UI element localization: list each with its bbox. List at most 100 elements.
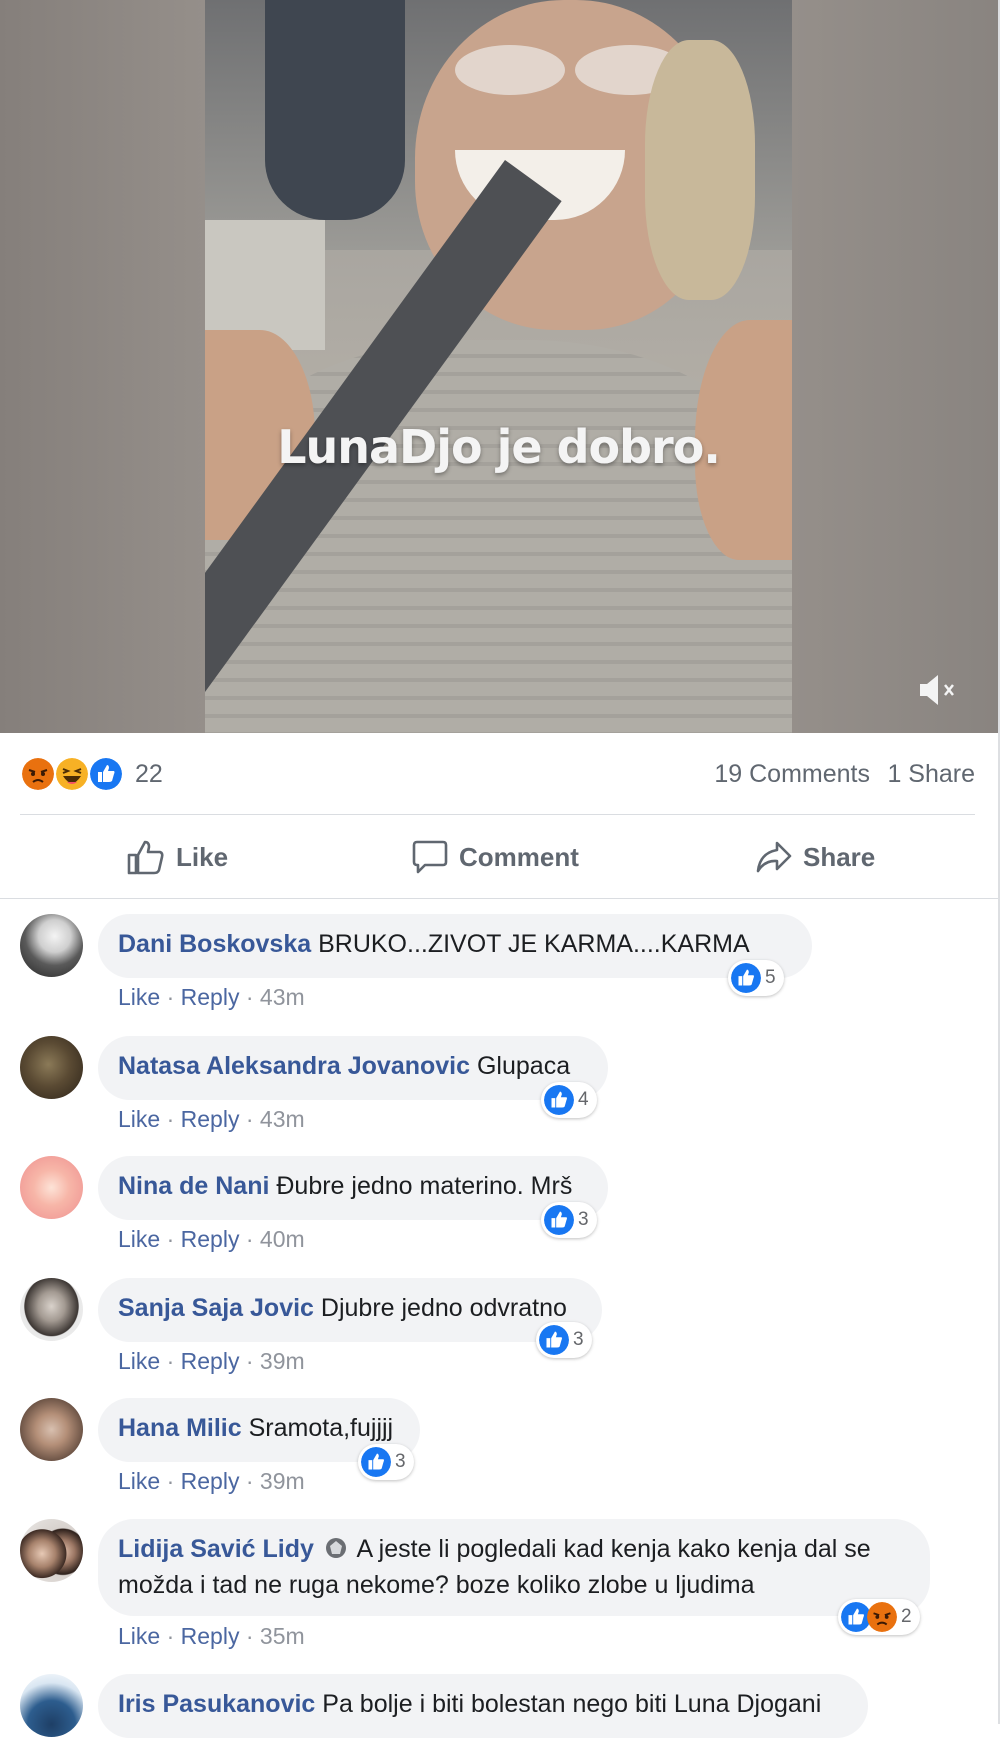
comment-meta: Like · Reply · 39m (118, 1348, 305, 1375)
comment-button[interactable]: Comment (411, 832, 579, 882)
like-reaction-icon (88, 756, 124, 792)
meta-separator: · (239, 1468, 260, 1494)
like-reaction-icon (731, 963, 761, 993)
comment-meta: Like · Reply · 43m (118, 1106, 305, 1133)
comment-author[interactable]: Hana Milic (118, 1414, 242, 1442)
comment-reply-link[interactable]: Reply (181, 984, 240, 1010)
comment-item: Iris Pasukanovic Pa bolje i biti bolesta… (20, 1674, 980, 1738)
comment-item: Nina de Nani Đubre jedno materino. Mrš 3… (20, 1156, 980, 1256)
comment-reaction-count: 3 (395, 1451, 406, 1472)
like-reaction-icon (361, 1447, 391, 1477)
angry-reaction-icon (867, 1602, 897, 1632)
share-button[interactable]: Share (755, 832, 875, 882)
meta-separator: · (160, 1348, 181, 1374)
comment-like-link[interactable]: Like (118, 1348, 160, 1374)
comment-bubble: Nina de Nani Đubre jedno materino. Mrš (98, 1156, 608, 1220)
comment-reply-link[interactable]: Reply (181, 1348, 240, 1374)
comment-like-link[interactable]: Like (118, 984, 160, 1010)
comment-time[interactable]: 39m (260, 1468, 305, 1494)
comment-reply-link[interactable]: Reply (181, 1468, 240, 1494)
comment-time[interactable]: 43m (260, 1106, 305, 1132)
meta-separator: · (239, 1348, 260, 1374)
video-letterbox-left (0, 0, 205, 733)
shares-count-link[interactable]: 1 Share (887, 760, 975, 789)
comment-reaction-count: 3 (573, 1329, 584, 1350)
avatar[interactable] (20, 914, 83, 977)
comment-author[interactable]: Nina de Nani (118, 1172, 269, 1200)
haha-reaction-icon (54, 756, 90, 792)
meta-separator: · (239, 1623, 260, 1649)
top-fan-badge-icon (324, 1536, 348, 1569)
comment-time[interactable]: 39m (260, 1348, 305, 1374)
comment-time[interactable]: 40m (260, 1226, 305, 1252)
comment-reply-link[interactable]: Reply (181, 1623, 240, 1649)
comment-reactions[interactable]: 3 (541, 1202, 597, 1238)
comment-reply-link[interactable]: Reply (181, 1106, 240, 1132)
avatar[interactable] (20, 1674, 83, 1737)
comment-reactions[interactable]: 4 (541, 1082, 597, 1118)
comment-text: BRUKO...ZIVOT JE KARMA....KARMA (318, 930, 750, 958)
comment-bubble: Natasa Aleksandra Jovanovic Glupaca (98, 1036, 608, 1100)
like-reaction-icon (544, 1205, 574, 1235)
comment-item: Dani Boskovska BRUKO...ZIVOT JE KARMA...… (20, 914, 980, 1014)
comment-item: Sanja Saja Jovic Djubre jedno odvratno 3… (20, 1278, 980, 1378)
video-frame (205, 0, 792, 733)
comment-author[interactable]: Sanja Saja Jovic (118, 1294, 314, 1322)
comment-like-link[interactable]: Like (118, 1468, 160, 1494)
comment-text: Pa bolje i biti bolestan nego biti Luna … (322, 1690, 822, 1718)
meta-separator: · (239, 984, 260, 1010)
comment-time[interactable]: 35m (260, 1623, 305, 1649)
comment-like-link[interactable]: Like (118, 1226, 160, 1252)
comment-author[interactable]: Lidija Savić Lidy (118, 1535, 314, 1563)
comment-text: A jeste li pogledali kad kenja kako kenj… (356, 1535, 871, 1563)
comment-reaction-count: 3 (578, 1209, 589, 1230)
reaction-summary[interactable]: 22 19 Comments 1 Share (20, 756, 975, 792)
comment-bubble: Dani Boskovska BRUKO...ZIVOT JE KARMA...… (98, 914, 812, 978)
meta-separator: · (160, 1106, 181, 1132)
avatar[interactable] (20, 1036, 83, 1099)
comment-like-link[interactable]: Like (118, 1623, 160, 1649)
speaker-muted-icon[interactable] (916, 670, 962, 710)
meta-separator: · (160, 1468, 181, 1494)
avatar[interactable] (20, 1278, 83, 1341)
avatar[interactable] (20, 1398, 83, 1461)
comment-bubble: Iris Pasukanovic Pa bolje i biti bolesta… (98, 1674, 868, 1738)
comment-meta: Like · Reply · 35m (118, 1623, 305, 1650)
comment-reaction-count: 5 (765, 967, 776, 988)
comment-author[interactable]: Dani Boskovska (118, 930, 311, 958)
comment-reactions[interactable]: 3 (358, 1444, 414, 1480)
comment-time[interactable]: 43m (260, 984, 305, 1010)
comment-meta: Like · Reply · 40m (118, 1226, 305, 1253)
comment-like-link[interactable]: Like (118, 1106, 160, 1132)
comment-item: Lidija Savić Lidy A jeste li pogledali k… (20, 1519, 980, 1649)
divider (20, 814, 975, 815)
like-button[interactable]: Like (126, 832, 228, 882)
video-caption: LunaDjo je dobro. (277, 420, 721, 474)
meta-separator: · (160, 1623, 181, 1649)
comment-reply-link[interactable]: Reply (181, 1226, 240, 1252)
comments-count-link[interactable]: 19 Comments (714, 760, 870, 789)
comment-text-continued: možda i tad ne ruga nekome? boze koliko … (118, 1571, 755, 1599)
video-player[interactable]: LunaDjo je dobro. (0, 0, 998, 733)
speech-bubble-icon (411, 839, 449, 875)
comment-bubble: Lidija Savić Lidy A jeste li pogledali k… (98, 1519, 930, 1616)
meta-separator: · (239, 1106, 260, 1132)
comment-meta: Like · Reply · 39m (118, 1468, 305, 1495)
comment-author[interactable]: Iris Pasukanovic (118, 1690, 315, 1718)
comment-reactions[interactable]: 3 (536, 1322, 592, 1358)
avatar[interactable] (20, 1519, 83, 1582)
comment-item: Natasa Aleksandra Jovanovic Glupaca 4 Li… (20, 1036, 980, 1136)
reaction-count[interactable]: 22 (135, 760, 163, 789)
like-reaction-icon (544, 1085, 574, 1115)
share-arrow-icon (755, 839, 793, 875)
comment-author[interactable]: Natasa Aleksandra Jovanovic (118, 1052, 470, 1080)
thumbs-up-icon (126, 839, 166, 875)
comment-reactions[interactable]: 5 (728, 960, 784, 996)
avatar[interactable] (20, 1156, 83, 1219)
like-button-label: Like (176, 841, 229, 872)
comment-reactions[interactable]: 2 (838, 1599, 920, 1635)
comment-text: Sramota,fujjjj (248, 1414, 394, 1442)
divider (0, 898, 998, 899)
comment-item: Hana Milic Sramota,fujjjj 3 Like · Reply… (20, 1398, 980, 1498)
meta-separator: · (239, 1226, 260, 1252)
